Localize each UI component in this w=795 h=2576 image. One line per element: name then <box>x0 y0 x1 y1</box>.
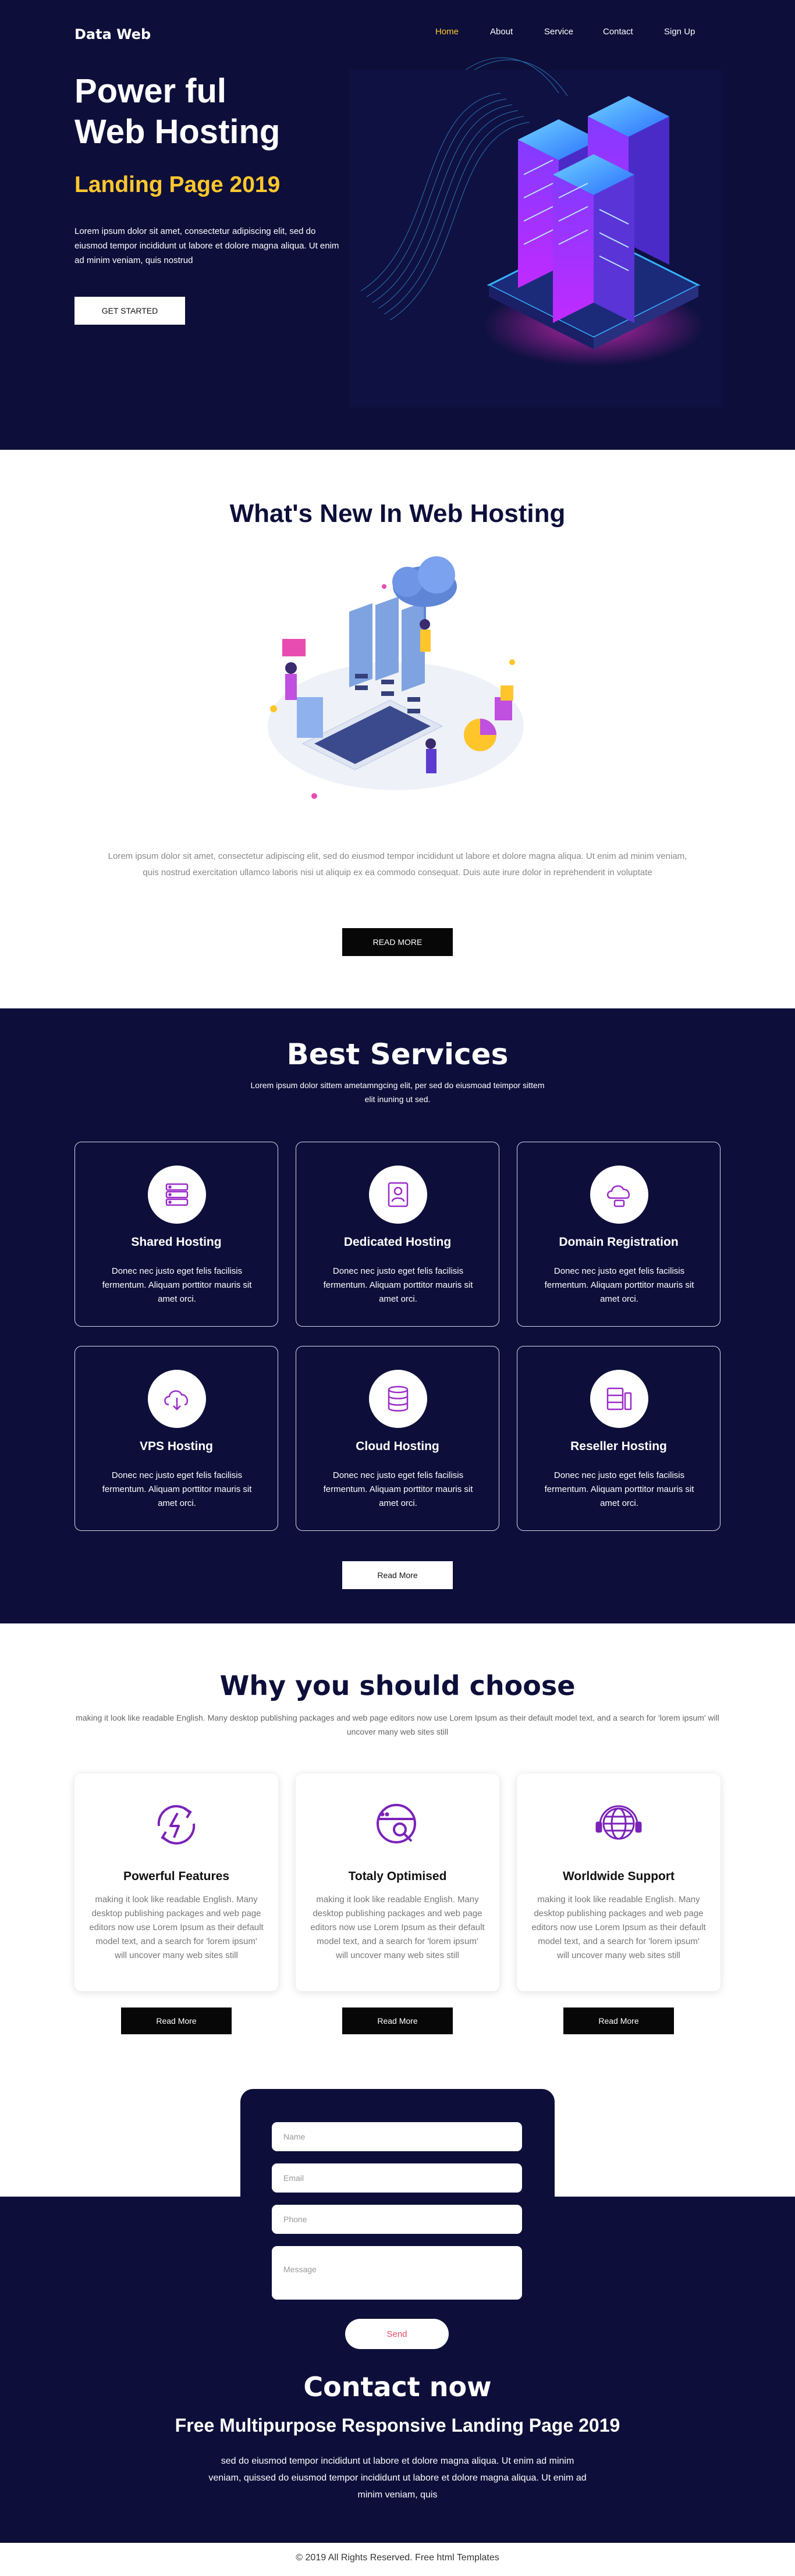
server-icon <box>165 1183 189 1206</box>
services-title: Best Services <box>286 1037 509 1071</box>
service-text: Donec nec justo eget felis facilisis fer… <box>323 1470 473 1508</box>
service-card-shared-hosting[interactable]: Shared Hosting Donec nec justo eget feli… <box>74 1142 278 1327</box>
hero-title-line1: Power ful <box>74 72 227 110</box>
feature-card-optimised: Totaly Optimised making it look like rea… <box>296 1774 499 1991</box>
feature-title: Powerful Features <box>123 1870 230 1883</box>
browser-search-icon <box>377 1804 416 1843</box>
why-choose-section: Why you should choose making it look lik… <box>0 1623 795 2089</box>
server-rack-icon <box>606 1387 632 1410</box>
power-cycle-icon <box>157 1805 196 1845</box>
phone-field[interactable] <box>272 2205 522 2234</box>
cloud-download-icon <box>164 1390 189 1410</box>
service-card-dedicated-hosting[interactable]: Dedicated Hosting Donec nec justo eget f… <box>296 1142 499 1327</box>
service-card-cloud-hosting[interactable]: Cloud Hosting Donec nec justo eget felis… <box>296 1346 499 1531</box>
message-field[interactable] <box>272 2246 522 2300</box>
service-icon-wrap <box>590 1166 648 1224</box>
contact-title: Contact now <box>303 2371 492 2403</box>
cloud-server-icon <box>606 1185 630 1207</box>
service-title: VPS Hosting <box>139 1440 213 1453</box>
service-card-reseller-hosting[interactable]: Reseller Hosting Donec nec justo eget fe… <box>517 1346 721 1531</box>
service-title: Cloud Hosting <box>356 1440 439 1453</box>
service-text: Donec nec justo eget felis facilisis fer… <box>102 1470 252 1508</box>
globe-support-icon <box>595 1805 642 1840</box>
email-field[interactable] <box>272 2163 522 2193</box>
feature-read-more-button[interactable]: Read More <box>121 2007 232 2034</box>
feature-icon-wrap <box>368 1796 427 1854</box>
feature-title: Totaly Optimised <box>348 1870 447 1883</box>
service-title: Reseller Hosting <box>570 1440 667 1453</box>
contact-subtitle: Free Multipurpose Responsive Landing Pag… <box>175 2415 620 2436</box>
service-icon-wrap <box>148 1166 206 1224</box>
person-server-icon <box>388 1182 409 1207</box>
site-logo[interactable]: Data Web <box>74 26 151 42</box>
feature-icon-wrap <box>590 1796 648 1854</box>
services-read-more-button[interactable]: Read More <box>342 1561 453 1589</box>
whats-new-section: What's New In Web Hosting Lorem ipsum do… <box>0 450 795 1008</box>
service-title: Domain Registration <box>559 1235 679 1249</box>
feature-read-more-button[interactable]: Read More <box>342 2007 453 2034</box>
web-hosting-isometric-illustration <box>268 556 524 799</box>
service-text: Donec nec justo eget felis facilisis fer… <box>323 1266 473 1304</box>
service-text: Donec nec justo eget felis facilisis fer… <box>544 1266 694 1304</box>
service-icon-wrap <box>369 1370 427 1428</box>
feature-text: making it look like readable English. Ma… <box>89 1895 264 1960</box>
feature-card-powerful: Powerful Features making it look like re… <box>74 1774 278 1991</box>
services-subtitle: Lorem ipsum dolor sittem ametamngcing el… <box>250 1081 545 1104</box>
whats-new-title: What's New In Web Hosting <box>229 499 566 528</box>
whats-new-text: Lorem ipsum dolor sit amet, consectetur … <box>108 851 687 877</box>
feature-text: making it look like readable English. Ma… <box>531 1895 706 1960</box>
database-icon <box>388 1385 409 1412</box>
why-title: Why you should choose <box>219 1670 576 1701</box>
read-more-button[interactable]: READ MORE <box>342 928 453 956</box>
hero-section: Data Web Home About Service Contact Sign… <box>0 0 795 450</box>
feature-icon-wrap <box>147 1796 205 1854</box>
hero-text: Lorem ipsum dolor sit amet, consectetur … <box>74 226 339 265</box>
feature-title: Worldwide Support <box>562 1870 675 1883</box>
hosting-servers-illustration <box>349 57 722 407</box>
feature-card-support: Worldwide Support making it look like re… <box>517 1774 721 1991</box>
service-title: Shared Hosting <box>131 1235 222 1249</box>
hero-title: Power ful Web Hosting <box>74 71 280 152</box>
service-title: Dedicated Hosting <box>343 1235 452 1249</box>
service-icon-wrap <box>590 1370 648 1428</box>
get-started-button[interactable]: GET STARTED <box>74 297 185 325</box>
why-subtitle: making it look like readable English. Ma… <box>76 1713 719 1736</box>
contact-text: sed do eiusmod tempor incididunt ut labo… <box>208 2456 587 2500</box>
footer-copyright: © 2019 All Rights Reserved. Free html Te… <box>296 2553 499 2563</box>
service-icon-wrap <box>369 1166 427 1224</box>
service-text: Donec nec justo eget felis facilisis fer… <box>544 1470 694 1508</box>
hero-title-line2: Web Hosting <box>74 113 281 151</box>
services-section: Best Services Lorem ipsum dolor sittem a… <box>0 1008 795 1623</box>
contact-section: Send Contact now Free Multipurpose Respo… <box>0 2089 795 2576</box>
hero-subtitle: Landing Page 2019 <box>74 172 281 197</box>
feature-text: making it look like readable English. Ma… <box>310 1895 485 1960</box>
service-text: Donec nec justo eget felis facilisis fer… <box>102 1266 252 1304</box>
feature-read-more-button[interactable]: Read More <box>563 2007 674 2034</box>
service-card-domain-registration[interactable]: Domain Registration Donec nec justo eget… <box>517 1142 721 1327</box>
name-field[interactable] <box>272 2122 522 2151</box>
send-button[interactable]: Send <box>345 2319 449 2349</box>
service-icon-wrap <box>148 1370 206 1428</box>
service-card-vps-hosting[interactable]: VPS Hosting Donec nec justo eget felis f… <box>74 1346 278 1531</box>
